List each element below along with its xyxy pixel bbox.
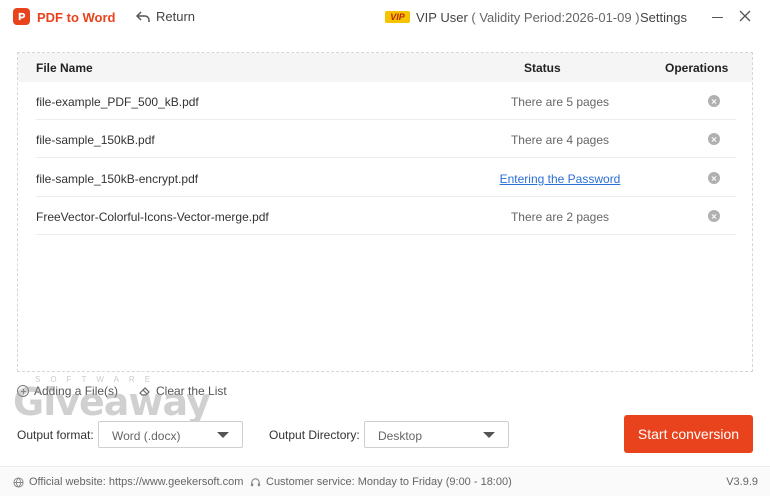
file-name: file-sample_150kB-encrypt.pdf xyxy=(36,172,199,186)
file-list: File Name Status Operations file-example… xyxy=(17,52,753,372)
output-directory-select[interactable]: Desktop xyxy=(364,421,509,448)
app-title: PDF to Word xyxy=(37,10,116,25)
headset-icon xyxy=(250,477,261,486)
output-format-select[interactable]: Word (.docx) xyxy=(98,421,243,448)
file-name: FreeVector-Colorful-Icons-Vector-merge.p… xyxy=(36,210,269,224)
app-version: V3.9.9 xyxy=(726,476,758,488)
remove-file-icon[interactable] xyxy=(708,172,720,184)
start-conversion-button[interactable]: Start conversion xyxy=(624,415,753,453)
clear-list-label: Clear the List xyxy=(156,384,227,398)
file-status: There are 5 pages xyxy=(510,95,610,109)
vip-badge-icon: VIP xyxy=(385,11,410,23)
chevron-down-icon xyxy=(217,432,229,438)
output-format-label: Output format: xyxy=(17,428,94,442)
globe-icon xyxy=(13,476,24,488)
output-directory-value: Desktop xyxy=(378,429,423,443)
add-file-button[interactable]: Adding a File(s) xyxy=(17,384,118,398)
remove-file-icon[interactable] xyxy=(708,133,720,145)
customer-service: Customer service: Monday to Friday (9:00… xyxy=(250,476,512,488)
file-name: file-sample_150kB.pdf xyxy=(36,133,155,147)
output-format-value: Word (.docx) xyxy=(112,429,181,443)
vip-user-label: VIP User xyxy=(416,10,468,25)
header-operations: Operations xyxy=(665,61,729,75)
enter-password-link[interactable]: Entering the Password xyxy=(460,172,660,186)
return-arrow-icon xyxy=(136,10,150,22)
official-website-text: Official website: https://www.geekersoft… xyxy=(29,476,244,488)
close-icon[interactable] xyxy=(739,10,753,24)
add-file-label: Adding a File(s) xyxy=(34,384,119,398)
return-button[interactable]: Return xyxy=(136,9,195,24)
table-row: file-sample_150kB-encrypt.pdf Entering t… xyxy=(36,159,736,197)
footer: Official website: https://www.geekersoft… xyxy=(0,466,770,496)
official-website[interactable]: Official website: https://www.geekersoft… xyxy=(13,476,243,488)
file-name: file-example_PDF_500_kB.pdf xyxy=(36,95,199,109)
file-status: There are 2 pages xyxy=(510,210,610,224)
table-row: file-example_PDF_500_kB.pdf There are 5 … xyxy=(36,82,736,120)
list-header: File Name Status Operations xyxy=(18,53,752,82)
header-file-name: File Name xyxy=(36,61,93,75)
add-circle-icon xyxy=(17,385,29,397)
header-status: Status xyxy=(524,61,561,75)
settings-button[interactable]: Settings xyxy=(640,10,687,25)
vip-validity: ( Validity Period:2026-01-09 ) xyxy=(471,10,640,25)
table-row: file-sample_150kB.pdf There are 4 pages xyxy=(36,120,736,158)
remove-file-icon[interactable] xyxy=(708,210,720,222)
vip-status: VIP User ( Validity Period:2026-01-09 ) xyxy=(416,10,640,25)
file-status: There are 4 pages xyxy=(510,133,610,147)
chevron-down-icon xyxy=(483,432,495,438)
minimize-icon[interactable] xyxy=(711,10,725,24)
table-row: FreeVector-Colorful-Icons-Vector-merge.p… xyxy=(36,197,736,235)
title-bar: PDF to Word Return VIP VIP User ( Validi… xyxy=(0,0,770,34)
return-label: Return xyxy=(156,9,196,24)
remove-file-icon[interactable] xyxy=(708,95,720,107)
clear-list-button[interactable]: Clear the List xyxy=(139,384,227,398)
watermark-sub: SOFTWARE xyxy=(35,375,161,384)
customer-service-text: Customer service: Monday to Friday (9:00… xyxy=(266,476,512,488)
app-logo-icon xyxy=(13,8,30,25)
eraser-icon xyxy=(139,387,150,396)
output-directory-label: Output Directory: xyxy=(269,428,360,442)
